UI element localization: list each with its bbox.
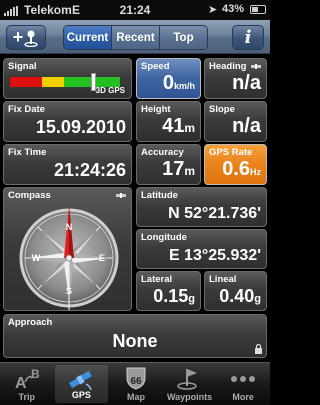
svg-text:66: 66 [130,376,142,387]
time-range-segmented-control: Current Recent Top [63,25,208,50]
heading-panel: Heading n/a [204,58,267,99]
status-bar: Telekom E 21:24 ➤ 43% [0,0,270,20]
tab-map[interactable]: 66 Map [109,363,163,405]
lateral-label: Lateral [141,274,173,285]
signal-label: Signal [8,61,37,72]
compass-letter-w: W [32,253,41,263]
latitude-value: N 52°21.736' [168,205,261,222]
compass-label: Compass [8,190,51,201]
approach-panel: Approach None [3,314,267,358]
accuracy-value: 17 [162,158,185,180]
gps-rate-value: 0.6 [222,158,250,180]
info-icon: i [244,27,252,48]
svg-text:A: A [15,375,27,390]
heading-value: n/a [232,72,261,94]
lateral-unit: g [188,293,195,305]
waypoint-flag-icon [176,369,197,390]
latitude-panel: Latitude N 52°21.736' [136,187,267,227]
add-waypoint-button[interactable]: + [6,25,46,50]
height-unit: m [184,121,195,135]
slope-panel: Slope n/a [204,101,267,142]
latitude-label: Latitude [141,190,178,201]
lineal-label: Lineal [209,274,237,285]
speed-value: 0 [162,72,174,94]
gps-rate-panel[interactable]: GPS Rate 0.6Hz [204,144,267,185]
speed-panel: Speed 0km/h [136,58,201,99]
fix-date-label: Fix Date [8,104,45,115]
svg-text:B: B [31,367,40,381]
battery-percent: 43% [222,3,245,15]
tab-map-label: Map [126,392,145,402]
compass-rose: N E S W [19,206,119,310]
approach-value: None [112,331,158,351]
accuracy-readout: 17m [162,158,195,181]
accuracy-panel: Accuracy 17m [136,144,201,185]
speed-readout: 0km/h [163,72,195,95]
segment-top[interactable]: Top [160,26,207,49]
gps-fix-mode: 3D GPS [95,86,125,95]
fix-time-panel: Fix Time 21:24:26 [3,144,132,185]
satellite-icon [251,64,261,69]
segment-current[interactable]: Current [64,26,112,49]
tab-waypoints-label: Waypoints [166,392,213,402]
compass-letter-n: N [66,222,73,232]
gps-rate-readout: 0.6Hz [222,158,261,181]
slope-label: Slope [209,104,235,115]
compass-panel: Compass N E S W [3,187,132,311]
fix-date-panel: Fix Date 15.09.2010 [3,101,132,142]
lateral-panel: Lateral 0.15g [136,271,201,311]
compass-letter-e: E [99,253,105,263]
tab-gps[interactable]: GPS [54,365,109,403]
tab-bar: A B Trip GPS 66 Map Waypoints More [0,362,270,405]
lock-icon [255,344,262,354]
tab-more-label: More [232,392,254,402]
gps-rate-unit: Hz [250,167,261,177]
fix-time-label: Fix Time [8,147,47,158]
fix-date-value: 15.09.2010 [35,117,126,137]
height-panel: Height 41m [136,101,201,142]
segment-recent[interactable]: Recent [112,26,160,49]
tab-trip-label: Trip [18,392,36,402]
location-arrow-icon: ➤ [208,4,218,16]
more-dots-icon [231,376,256,382]
lateral-readout: 0.15g [153,286,195,307]
tab-waypoints[interactable]: Waypoints [163,363,217,405]
pin-icon [24,30,38,47]
signal-panel: Signal 3D GPS [3,58,132,99]
height-readout: 41m [162,115,195,138]
gps-rate-label: GPS Rate [209,147,253,158]
gps-satellite-icon [69,370,93,391]
satellite-icon [116,193,126,198]
tab-more[interactable]: More [216,363,270,405]
battery-icon [250,5,266,14]
info-button[interactable]: i [232,25,264,50]
lineal-value: 0.40 [219,286,255,306]
navigation-bar: + Current Recent Top i [0,20,270,54]
longitude-panel: Longitude E 13°25.932' [136,229,267,269]
approach-label: Approach [8,317,53,328]
accuracy-label: Accuracy [141,147,184,158]
fix-time-value: 21:24:26 [53,160,126,180]
height-label: Height [141,104,171,115]
accuracy-unit: m [184,164,195,178]
tab-trip[interactable]: A B Trip [0,363,54,405]
trip-ab-icon: A B [15,367,40,390]
speed-unit: km/h [173,81,195,91]
lateral-value: 0.15 [153,286,189,306]
map-route66-icon: 66 [126,367,146,390]
lineal-readout: 0.40g [219,286,261,307]
lineal-panel: Lineal 0.40g [204,271,267,311]
height-value: 41 [162,115,185,137]
speed-label: Speed [141,61,170,72]
add-label: + [12,27,24,47]
longitude-label: Longitude [141,232,187,243]
longitude-value: E 13°25.932' [168,247,261,264]
compass-letter-s: S [66,286,72,296]
lineal-unit: g [254,293,261,305]
heading-label: Heading [209,61,247,72]
slope-value: n/a [232,115,261,137]
